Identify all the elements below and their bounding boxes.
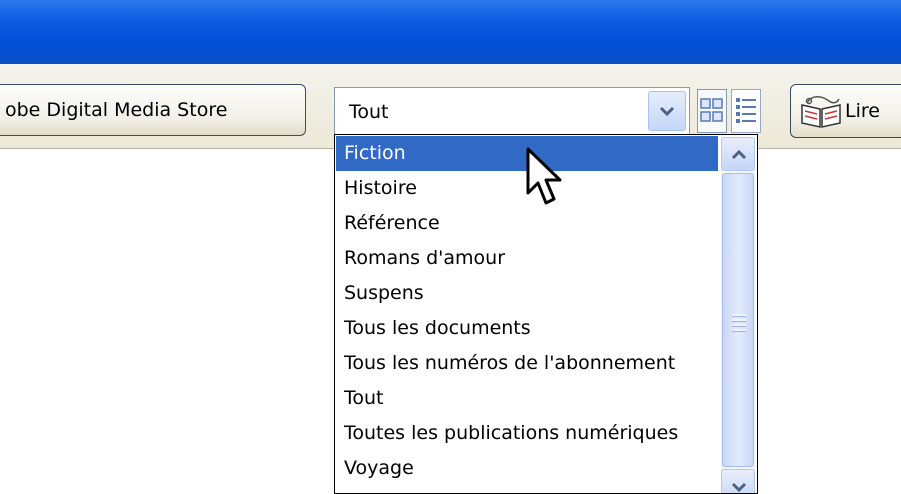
dropdown-option[interactable]: Tous les documents bbox=[336, 311, 718, 346]
chevron-down-icon bbox=[659, 106, 675, 117]
category-filter-value: Tout bbox=[349, 101, 389, 123]
category-filter-combo[interactable]: Tout bbox=[334, 87, 690, 135]
scroll-thumb-grip bbox=[732, 314, 746, 334]
read-button[interactable]: Lire bbox=[790, 84, 901, 138]
dropdown-option[interactable]: Tout bbox=[336, 381, 718, 416]
list-view-button[interactable] bbox=[731, 89, 761, 133]
list-view-icon bbox=[736, 98, 756, 123]
chevron-down-icon bbox=[731, 482, 747, 493]
scroll-up-button[interactable] bbox=[721, 137, 755, 171]
dropdown-option[interactable]: Référence bbox=[336, 206, 718, 241]
mouse-pointer-icon bbox=[526, 147, 562, 205]
window-title-bar bbox=[0, 0, 901, 65]
thumbnail-view-icon bbox=[700, 98, 723, 122]
thumbnail-view-button[interactable] bbox=[697, 89, 727, 133]
chevron-up-icon bbox=[731, 149, 747, 160]
combo-dropdown-button[interactable] bbox=[648, 91, 686, 131]
digital-media-store-label: obe Digital Media Store bbox=[5, 99, 228, 121]
digital-media-store-button[interactable]: obe Digital Media Store bbox=[0, 84, 306, 136]
dropdown-scrollbar[interactable] bbox=[721, 137, 755, 493]
read-button-label: Lire bbox=[845, 100, 880, 122]
scroll-down-button[interactable] bbox=[721, 469, 755, 493]
dropdown-option[interactable]: Tous les numéros de l'abonnement bbox=[336, 346, 718, 381]
read-book-icon bbox=[801, 96, 841, 128]
scroll-thumb[interactable] bbox=[722, 173, 754, 467]
dropdown-option[interactable]: Suspens bbox=[336, 276, 718, 311]
dropdown-option[interactable]: Toutes les publications numériques bbox=[336, 416, 718, 451]
dropdown-option[interactable]: Romans d'amour bbox=[336, 241, 718, 276]
